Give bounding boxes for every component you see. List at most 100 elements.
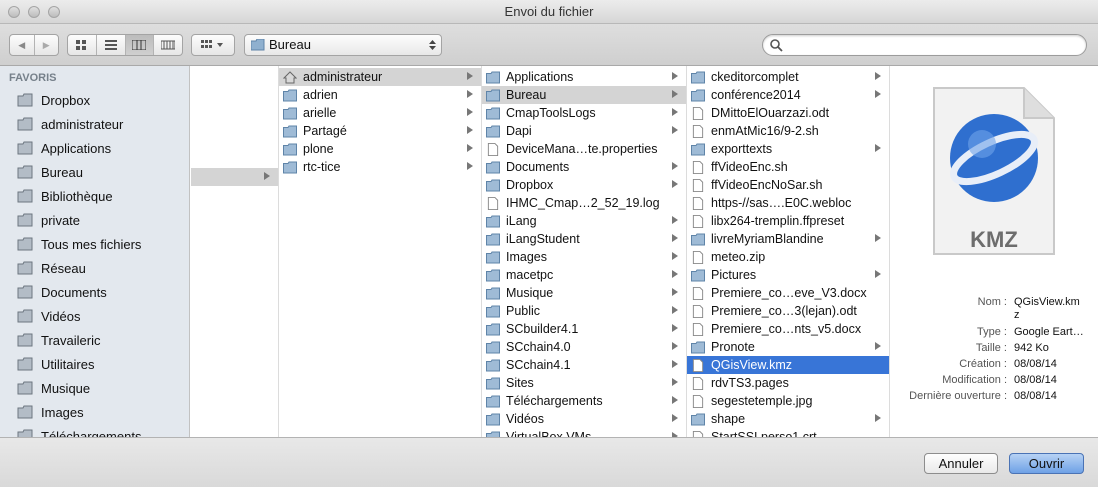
file-row[interactable]: Premiere_co…nts_v5.docx	[687, 320, 889, 338]
sidebar-item[interactable]: private	[0, 208, 189, 232]
column-view-button[interactable]	[125, 35, 155, 55]
folder-icon	[486, 341, 506, 354]
file-row[interactable]: meteo.zip	[687, 248, 889, 266]
file-row[interactable]: ckeditorcomplet	[687, 68, 889, 86]
cancel-button[interactable]: Annuler	[924, 453, 998, 474]
sidebar-item[interactable]: Musique	[0, 376, 189, 400]
folder-icon	[691, 233, 711, 246]
file-row[interactable]: Vidéos	[482, 410, 686, 428]
file-row[interactable]: rdvTS3.pages	[687, 374, 889, 392]
sidebar-item[interactable]: Bureau	[0, 160, 189, 184]
file-row[interactable]: StartSSLperso1.crt	[687, 428, 889, 437]
file-row[interactable]: QGisView.kmz	[687, 356, 889, 374]
sidebar-item[interactable]: Bibliothèque	[0, 184, 189, 208]
file-row[interactable]: enmAtMic16/9-2.sh	[687, 122, 889, 140]
sidebar-item[interactable]: Documents	[0, 280, 189, 304]
file-row[interactable]: Bureau	[482, 86, 686, 104]
file-row[interactable]: arielle	[279, 104, 481, 122]
sidebar-item[interactable]: Dropbox	[0, 88, 189, 112]
music-icon	[16, 380, 34, 396]
file-row[interactable]: iLang	[482, 212, 686, 230]
sidebar-item[interactable]: administrateur	[0, 112, 189, 136]
file-row[interactable]: livreMyriamBlandine	[687, 230, 889, 248]
sidebar-item[interactable]: Applications	[0, 136, 189, 160]
file-row[interactable]: Premiere_co…eve_V3.docx	[687, 284, 889, 302]
file-row[interactable]: Applications	[482, 68, 686, 86]
file-row[interactable]: DMittoElOuarzazi.odt	[687, 104, 889, 122]
file-row[interactable]: CmapToolsLogs	[482, 104, 686, 122]
file-row[interactable]: Pictures	[687, 266, 889, 284]
folder-icon	[486, 251, 506, 264]
zoom-window-button[interactable]	[48, 6, 60, 18]
file-row[interactable]: ffVideoEnc.sh	[687, 158, 889, 176]
file-row-label: exporttexts	[711, 142, 773, 156]
file-row[interactable]: Pronote	[687, 338, 889, 356]
disclosure-arrow-icon	[467, 72, 473, 80]
browser-column-2: Applications Bureau CmapToolsLogs Dapi Devic…	[482, 66, 687, 437]
file-row[interactable]: exporttexts	[687, 140, 889, 158]
file-row[interactable]: Partagé	[279, 122, 481, 140]
disclosure-arrow-icon	[672, 108, 678, 116]
sidebar-item[interactable]: Vidéos	[0, 304, 189, 328]
sidebar-item-label: Images	[41, 404, 84, 420]
forward-button[interactable]: ▶	[35, 35, 59, 55]
disclosure-arrow-icon	[672, 90, 678, 98]
file-row[interactable]: adrien	[279, 86, 481, 104]
file-row[interactable]: DeviceMana…te.properties	[482, 140, 686, 158]
file-row[interactable]: SCchain4.1	[482, 356, 686, 374]
file-row[interactable]: Public	[482, 302, 686, 320]
open-button[interactable]: Ouvrir	[1009, 453, 1084, 474]
file-row[interactable]: ffVideoEncNoSar.sh	[687, 176, 889, 194]
file-row[interactable]: macetpc	[482, 266, 686, 284]
file-row[interactable]: Dropbox	[482, 176, 686, 194]
applications-icon	[16, 140, 34, 156]
file-row[interactable]: Documents	[482, 158, 686, 176]
icon-view-button[interactable]	[68, 35, 97, 55]
file-row[interactable]: Sites	[482, 374, 686, 392]
sidebar-item[interactable]: Travaileric	[0, 328, 189, 352]
list-view-button[interactable]	[97, 35, 126, 55]
file-row-label: Premiere_co…3(lejan).odt	[711, 304, 857, 318]
file-row[interactable]: segestetemple.jpg	[687, 392, 889, 410]
arrange-menu-button[interactable]	[191, 34, 235, 56]
column-view-icon	[132, 40, 147, 50]
file-row[interactable]	[191, 168, 278, 186]
file-row[interactable]: Téléchargements	[482, 392, 686, 410]
file-row[interactable]: plone	[279, 140, 481, 158]
file-row[interactable]: libx264-tremplin.ffpreset	[687, 212, 889, 230]
search-input[interactable]	[787, 37, 1077, 53]
file-row[interactable]: administrateur	[279, 68, 481, 86]
minimize-window-button[interactable]	[28, 6, 40, 18]
file-row[interactable]: iLangStudent	[482, 230, 686, 248]
file-row[interactable]: Premiere_co…3(lejan).odt	[687, 302, 889, 320]
sidebar-item[interactable]: Réseau	[0, 256, 189, 280]
file-row[interactable]: IHMC_Cmap…2_52_19.log	[482, 194, 686, 212]
close-window-button[interactable]	[8, 6, 20, 18]
file-row[interactable]: https-//sas….E0C.webloc	[687, 194, 889, 212]
file-row[interactable]: VirtualBox VMs	[482, 428, 686, 437]
sidebar-item[interactable]: Utilitaires	[0, 352, 189, 376]
sidebar-item[interactable]: Images	[0, 400, 189, 424]
location-popup[interactable]: Bureau	[244, 34, 442, 56]
disclosure-arrow-icon	[875, 144, 881, 152]
file-row[interactable]: rtc-tice	[279, 158, 481, 176]
folder-icon	[486, 161, 506, 174]
file-row[interactable]: Dapi	[482, 122, 686, 140]
file-row-label: Premiere_co…nts_v5.docx	[711, 322, 862, 336]
folder-icon	[486, 71, 506, 84]
back-button[interactable]: ◀	[10, 35, 35, 55]
file-row[interactable]: conférence2014	[687, 86, 889, 104]
file-row[interactable]: Images	[482, 248, 686, 266]
sidebar-item[interactable]: Tous mes fichiers	[0, 232, 189, 256]
disclosure-arrow-icon	[875, 342, 881, 350]
file-row[interactable]: SCchain4.0	[482, 338, 686, 356]
downloads-icon	[16, 428, 34, 437]
all-files-icon	[16, 236, 34, 252]
search-field[interactable]	[762, 34, 1087, 56]
file-row[interactable]: Musique	[482, 284, 686, 302]
sidebar-item[interactable]: Téléchargements	[0, 424, 189, 437]
file-row[interactable]: shape	[687, 410, 889, 428]
file-row[interactable]: SCbuilder4.1	[482, 320, 686, 338]
file-row-label: iLangStudent	[506, 232, 580, 246]
coverflow-view-button[interactable]	[154, 35, 182, 55]
